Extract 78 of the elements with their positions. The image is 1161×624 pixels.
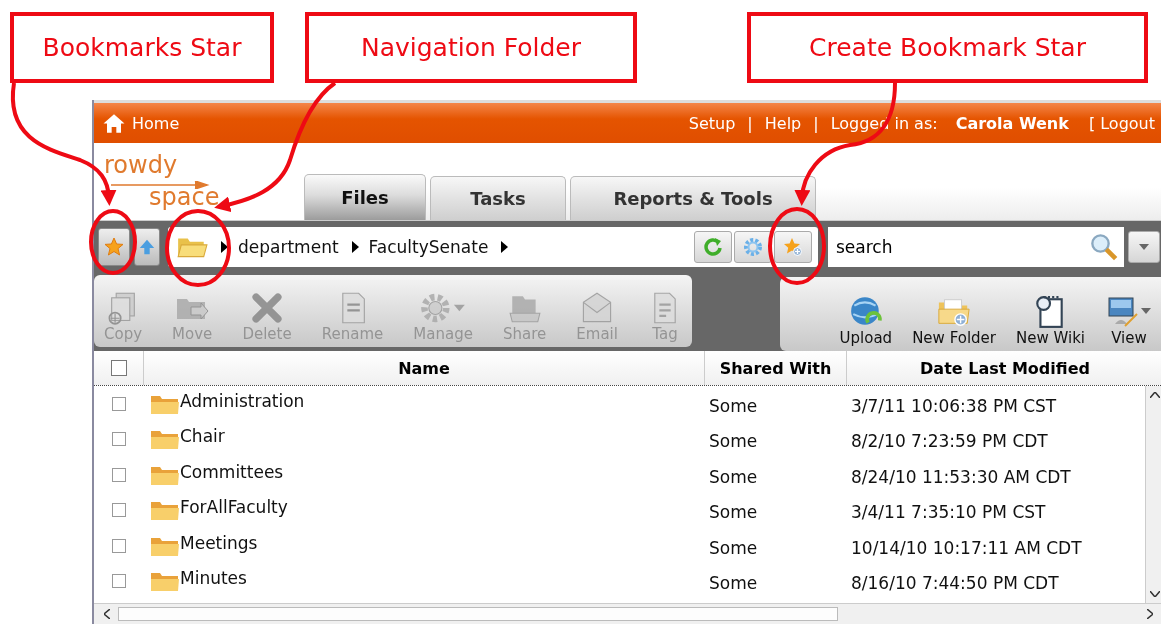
file-name[interactable]: Administration bbox=[180, 390, 305, 411]
up-arrow-button[interactable] bbox=[134, 228, 160, 266]
toolbar-button[interactable]: View bbox=[1103, 295, 1155, 347]
file-name[interactable]: Committees bbox=[180, 461, 284, 482]
scroll-left-icon[interactable] bbox=[104, 609, 110, 619]
search-options-button[interactable] bbox=[1128, 231, 1160, 263]
star-plus-icon bbox=[783, 237, 803, 257]
callout-label: Navigation Folder bbox=[305, 12, 637, 83]
table-cell: Some bbox=[709, 431, 758, 452]
refresh-icon bbox=[703, 237, 723, 257]
delete-icon bbox=[250, 291, 285, 325]
user-name: Carola Wenk bbox=[955, 113, 1069, 133]
row-checkbox[interactable] bbox=[112, 574, 126, 589]
breadcrumb-item[interactable]: department bbox=[238, 237, 339, 257]
header-link[interactable]: Setup bbox=[688, 113, 736, 133]
logo: rowdy space bbox=[103, 150, 221, 213]
folder-icon bbox=[150, 428, 180, 451]
caret-icon bbox=[350, 241, 359, 253]
monitor-icon bbox=[1105, 295, 1153, 329]
table-cell: 8/16/10 7:44:50 PM CDT bbox=[851, 573, 1059, 594]
file-name[interactable]: Minutes bbox=[180, 568, 247, 589]
search-icon[interactable] bbox=[1090, 233, 1118, 261]
settings-button[interactable] bbox=[734, 231, 772, 263]
callout-label: Bookmarks Star bbox=[10, 12, 274, 83]
file-name[interactable]: ForAllFaculty bbox=[180, 497, 288, 518]
row-checkbox[interactable] bbox=[112, 503, 126, 518]
column-header[interactable]: Date Last Modified bbox=[847, 351, 1161, 385]
caret-icon bbox=[220, 241, 228, 253]
header-link[interactable]: Help bbox=[764, 113, 802, 133]
breadcrumb-item[interactable]: FacultySenate bbox=[368, 237, 489, 257]
table-cell: Some bbox=[709, 502, 758, 523]
file-name[interactable]: Meetings bbox=[180, 532, 258, 553]
highlight-circle bbox=[89, 209, 137, 275]
table-cell: 8/2/10 7:23:59 PM CDT bbox=[851, 431, 1048, 452]
create-bookmark-button[interactable] bbox=[774, 231, 812, 263]
scroll-up-icon[interactable] bbox=[1149, 392, 1160, 398]
toolbar-button[interactable]: Upload bbox=[837, 295, 895, 347]
refresh-button[interactable] bbox=[694, 231, 732, 263]
caret-icon bbox=[1139, 244, 1149, 250]
vertical-scrollbar[interactable] bbox=[1145, 386, 1161, 603]
separator: | bbox=[747, 113, 753, 133]
file-name[interactable]: Chair bbox=[180, 426, 225, 447]
toolbar-button[interactable]: New Wiki bbox=[1014, 295, 1087, 347]
bookmarks-star-button[interactable] bbox=[98, 228, 130, 266]
logout-link[interactable]: [ Logout bbox=[1088, 113, 1155, 133]
home-icon bbox=[102, 112, 126, 134]
select-all-checkbox[interactable] bbox=[110, 360, 127, 376]
folder-icon bbox=[150, 570, 180, 593]
search-field[interactable]: search bbox=[828, 227, 1124, 267]
tab[interactable]: Files bbox=[304, 174, 426, 220]
row-checkbox[interactable] bbox=[112, 396, 126, 411]
row-checkbox[interactable] bbox=[112, 467, 126, 482]
tab[interactable]: Reports & Tools bbox=[570, 176, 816, 220]
up-arrow-icon bbox=[138, 238, 156, 256]
scroll-right-icon[interactable] bbox=[1147, 609, 1153, 619]
tab[interactable]: Tasks bbox=[430, 176, 566, 220]
home-link[interactable]: Home bbox=[102, 112, 180, 134]
gear-icon bbox=[743, 237, 763, 257]
separator: | bbox=[813, 113, 819, 133]
table-cell: Some bbox=[709, 573, 758, 594]
column-header[interactable]: Name bbox=[144, 351, 705, 385]
horizontal-scrollbar[interactable] bbox=[94, 603, 1161, 624]
caret-icon bbox=[500, 241, 509, 253]
table-cell: 8/24/10 11:53:30 AM CDT bbox=[851, 466, 1071, 487]
row-checkbox[interactable] bbox=[112, 538, 126, 553]
table-cell: 3/4/11 7:35:10 PM CST bbox=[851, 502, 1046, 523]
row-checkbox[interactable] bbox=[112, 432, 126, 447]
table-cell: Some bbox=[709, 466, 758, 487]
table-cell: 10/14/10 10:17:11 AM CDT bbox=[851, 537, 1082, 558]
table-cell: Some bbox=[709, 395, 758, 416]
column-header[interactable]: Shared With bbox=[705, 351, 847, 385]
folder-icon bbox=[150, 499, 180, 522]
scroll-down-icon[interactable] bbox=[1149, 591, 1160, 597]
star-icon bbox=[104, 237, 124, 257]
table-cell: 3/7/11 10:06:38 PM CST bbox=[851, 395, 1057, 416]
toolbar-button[interactable]: New Folder bbox=[910, 295, 998, 347]
callout-label: Create Bookmark Star bbox=[747, 12, 1148, 83]
table-cell: Some bbox=[709, 537, 758, 558]
